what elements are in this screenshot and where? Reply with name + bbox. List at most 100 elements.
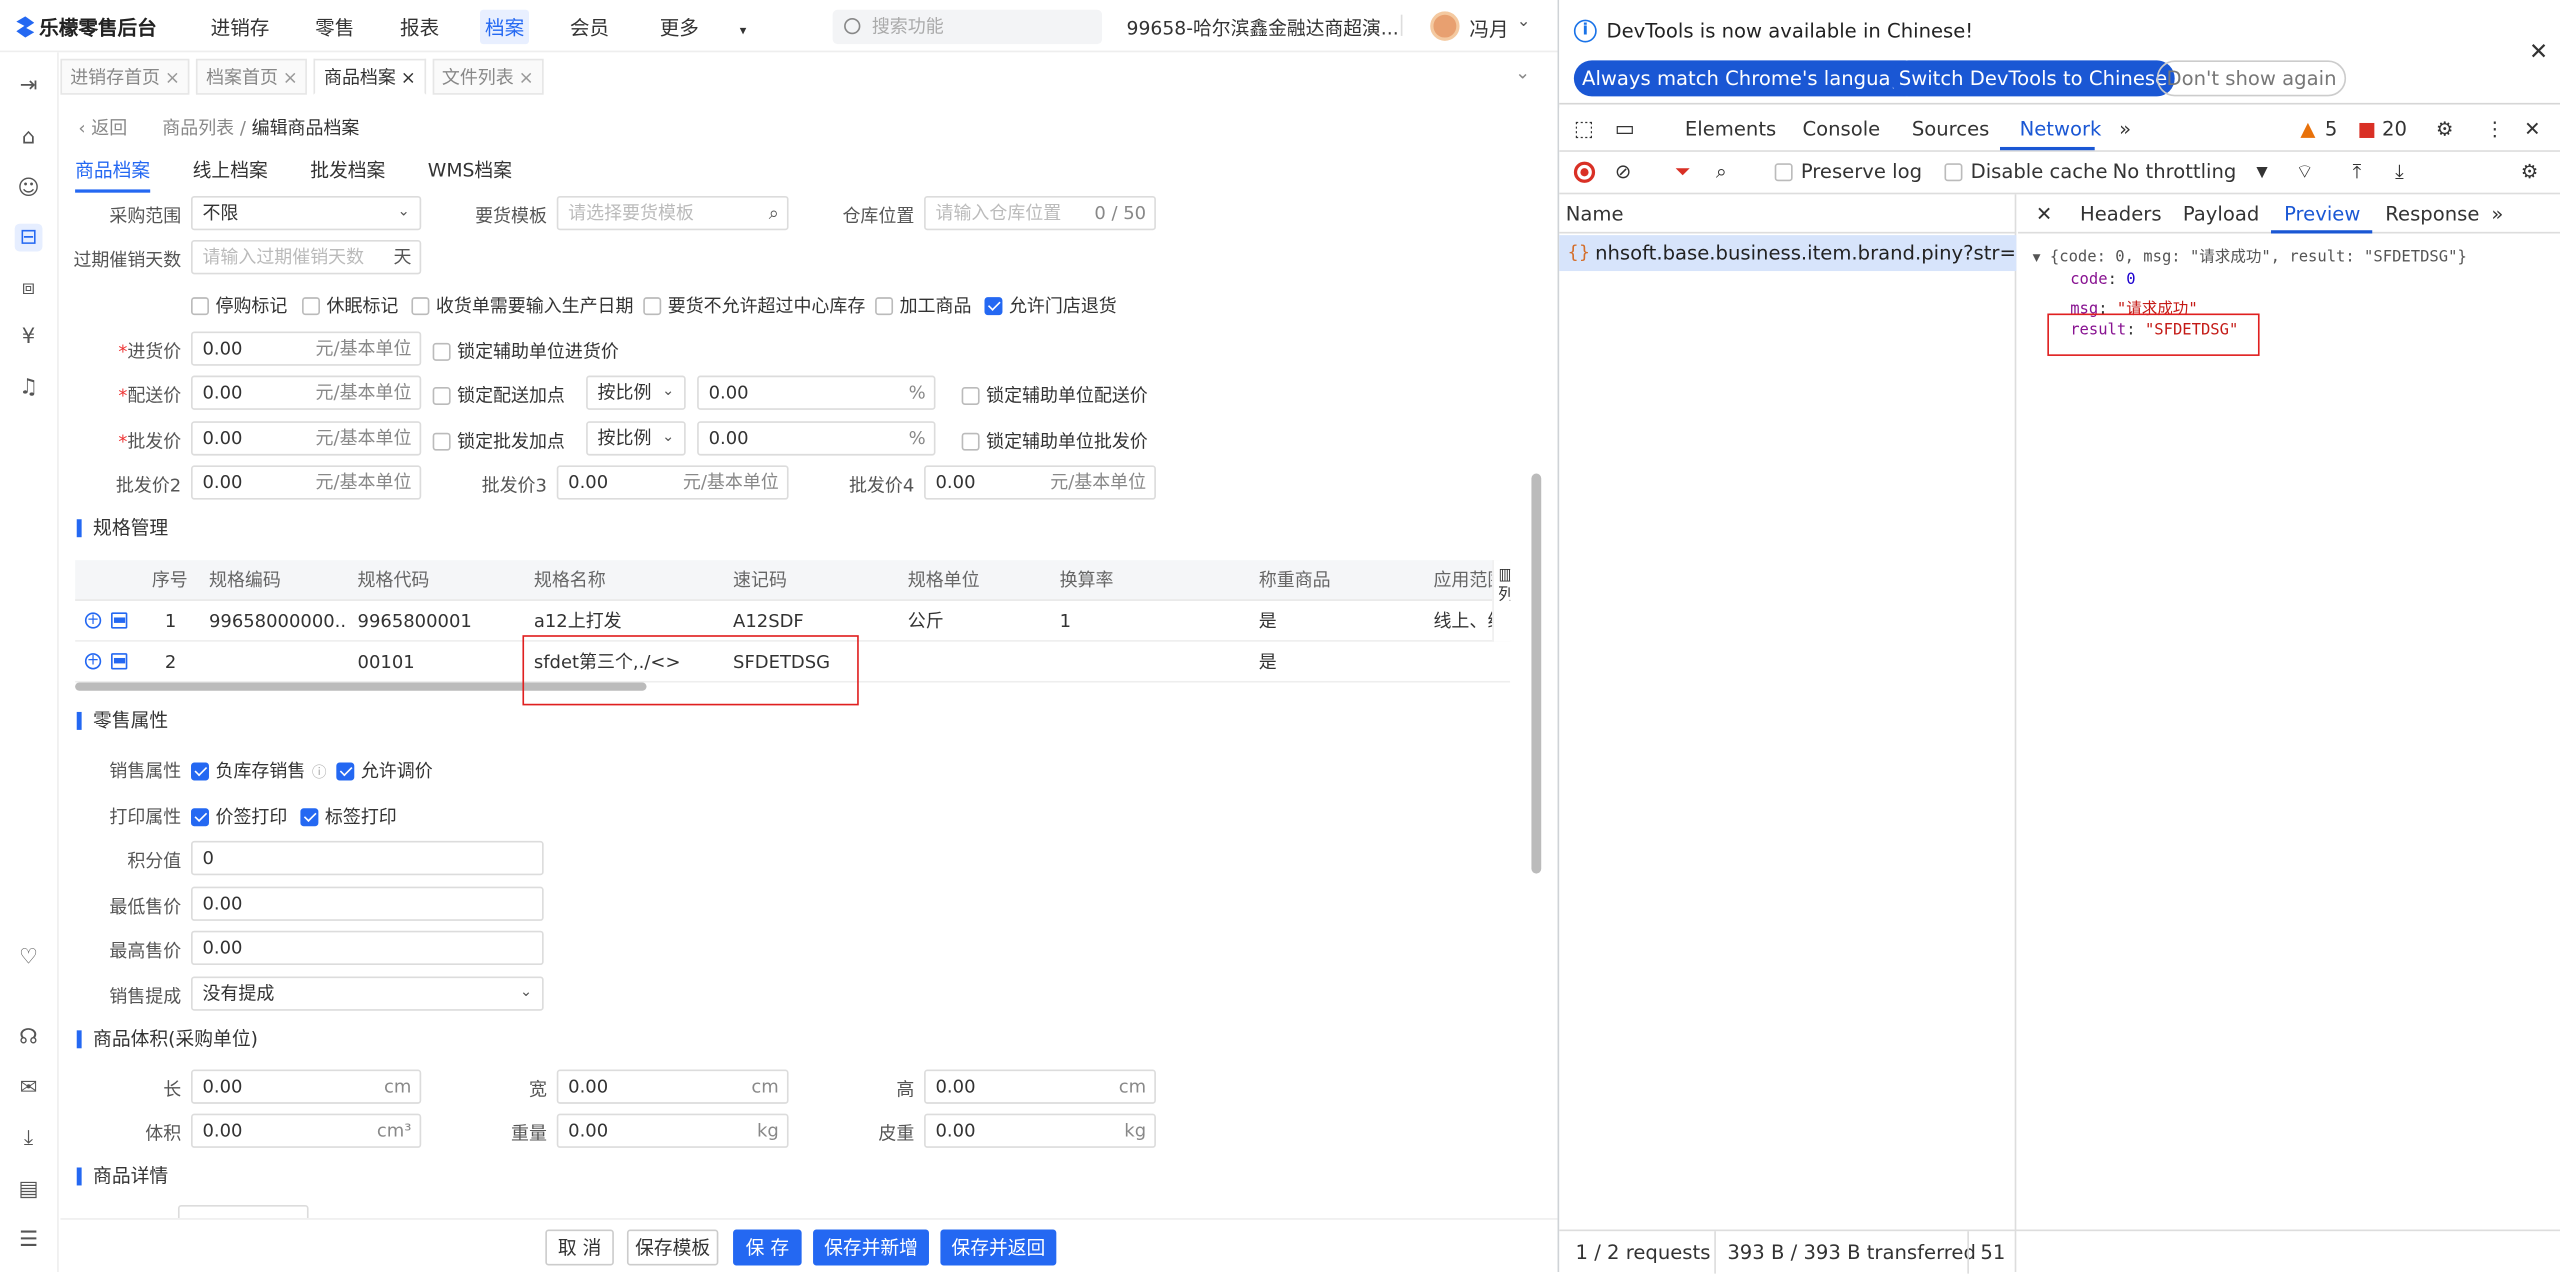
yuan-icon[interactable]: ¥ bbox=[15, 323, 43, 351]
always-match-language-button[interactable]: Always match Chrome's language bbox=[1573, 60, 1924, 97]
checkbox-checked[interactable] bbox=[336, 761, 355, 780]
record-stop-icon[interactable] bbox=[1573, 161, 1596, 183]
caret-down-icon[interactable]: ▼ bbox=[2256, 165, 2267, 181]
add-circle-icon[interactable]: + bbox=[84, 653, 102, 670]
allow-price-adjust[interactable]: 允许调价 bbox=[336, 758, 433, 784]
more-tabs-icon[interactable]: » bbox=[2119, 118, 2131, 141]
heart-icon[interactable]: ♡ bbox=[15, 944, 43, 972]
close-detail-icon[interactable]: ✕ bbox=[2036, 202, 2052, 225]
add-circle-icon[interactable]: + bbox=[84, 612, 102, 629]
checkbox[interactable] bbox=[302, 296, 320, 315]
trash-icon[interactable]: ▬ bbox=[111, 653, 128, 670]
flag-receipt-production-date[interactable]: 收货单需要输入生产日期 bbox=[411, 292, 633, 318]
network-settings-icon[interactable]: ⚙ bbox=[2521, 160, 2539, 183]
nav-item-reports[interactable]: 报表 bbox=[395, 9, 444, 43]
tab-file-list[interactable]: 文件列表 × bbox=[432, 58, 544, 95]
close-icon[interactable]: × bbox=[283, 67, 298, 88]
checkbox-checked[interactable] bbox=[191, 807, 209, 826]
tare-input[interactable]: 0.00 kg bbox=[924, 1113, 1156, 1148]
upload-icon[interactable]: ⤒ bbox=[2353, 160, 2362, 184]
purchase-range-select[interactable]: 不限 ⌄ bbox=[191, 195, 422, 231]
back-link[interactable]: ‹ 返回 bbox=[78, 118, 127, 139]
checkbox[interactable] bbox=[432, 342, 451, 361]
flag-processed-goods[interactable]: 加工商品 bbox=[875, 292, 971, 318]
warning-icon[interactable]: ▲ bbox=[2300, 118, 2315, 141]
avatar[interactable] bbox=[1430, 11, 1460, 41]
download-icon[interactable]: ⤓ bbox=[2395, 160, 2404, 184]
chart-icon[interactable]: ▤ bbox=[15, 1176, 43, 1204]
error-count[interactable]: 20 bbox=[2382, 118, 2407, 141]
cancel-button[interactable]: 取 消 bbox=[545, 1229, 614, 1266]
checkbox[interactable] bbox=[875, 296, 894, 315]
home-icon[interactable]: ⌂ bbox=[15, 124, 43, 152]
tab-payload[interactable]: Payload bbox=[2183, 202, 2259, 225]
wholesale-price3-input[interactable]: 0.00 元/基本单位 bbox=[556, 465, 789, 500]
headset-icon[interactable]: ☊ bbox=[15, 1024, 43, 1052]
checkbox[interactable] bbox=[1774, 162, 1793, 181]
height-input[interactable]: 0.00 cm bbox=[924, 1069, 1156, 1104]
column-settings-button[interactable]: ▥列 bbox=[1492, 560, 1511, 642]
json-root-toggle[interactable]: ▼ {code: 0, msg: "请求成功", result: "SFDETD… bbox=[2033, 243, 2467, 266]
error-icon[interactable]: ■ bbox=[2358, 118, 2377, 141]
warning-count[interactable]: 5 bbox=[2325, 118, 2337, 141]
checkbox[interactable] bbox=[643, 296, 662, 315]
tab-product[interactable]: 商品档案 bbox=[75, 157, 151, 193]
tab-console[interactable]: Console bbox=[1802, 118, 1880, 141]
chevron-down-icon[interactable]: ⌄ bbox=[1517, 13, 1531, 31]
filter-icon[interactable]: ⏷ bbox=[1675, 160, 1691, 184]
request-row[interactable]: {} nhsoft.base.business.item.brand.piny?s… bbox=[1559, 235, 2017, 272]
wholesale-price4-input[interactable]: 0.00 元/基本单位 bbox=[924, 465, 1156, 500]
purchase-price-input[interactable]: 0.00 元/基本单位 bbox=[191, 331, 422, 366]
lock-wholesale-markup[interactable]: 锁定批发加点 bbox=[432, 428, 565, 454]
max-price-input[interactable]: 0.00 bbox=[191, 930, 544, 966]
nav-item-inventory[interactable]: 进销存 bbox=[206, 9, 275, 43]
dist-ratio-select[interactable]: 按比例 ⌄ bbox=[586, 375, 686, 410]
flag-no-exceed-center-stock[interactable]: 要货不允许超过中心库存 bbox=[643, 292, 865, 318]
expand-sidebar-icon[interactable]: ⇥ bbox=[15, 72, 43, 100]
commission-select[interactable]: 没有提成 ⌄ bbox=[191, 976, 544, 1011]
switch-to-chinese-button[interactable]: Switch DevTools to Chinese bbox=[1890, 60, 2176, 97]
dont-show-again-button[interactable]: Don't show again bbox=[2156, 60, 2347, 97]
more-tabs-icon[interactable]: » bbox=[2491, 202, 2503, 225]
lock-aux-dist-price[interactable]: 锁定辅助单位配送价 bbox=[961, 382, 1148, 408]
neg-stock-sale[interactable]: 负库存销售 ⓘ bbox=[191, 758, 327, 784]
user-icon[interactable]: ☺ bbox=[15, 175, 43, 203]
checkbox-checked[interactable] bbox=[984, 296, 1003, 315]
download-icon[interactable]: ⤓ bbox=[15, 1125, 43, 1153]
archive-icon[interactable]: ⊟ bbox=[14, 223, 43, 252]
checkbox[interactable] bbox=[961, 386, 980, 405]
wholesale-ratio-select[interactable]: 按比例 ⌄ bbox=[586, 421, 686, 456]
dist-price-input[interactable]: 0.00 元/基本单位 bbox=[191, 375, 422, 410]
cell-conversion[interactable]: 1 bbox=[1060, 601, 1071, 642]
tab-headers[interactable]: Headers bbox=[2080, 202, 2162, 225]
detail-field-partial[interactable] bbox=[177, 1205, 309, 1219]
order-template-input[interactable]: 请选择要货模板 ⌕ bbox=[556, 195, 789, 231]
tab-network[interactable]: Network bbox=[2020, 118, 2102, 141]
user-name[interactable]: 冯月 bbox=[1469, 15, 1508, 43]
trash-icon[interactable]: ▬ bbox=[111, 612, 128, 629]
nav-item-retail[interactable]: 零售 bbox=[310, 9, 359, 43]
close-icon[interactable]: × bbox=[519, 67, 534, 88]
function-search-input[interactable]: 搜索功能 bbox=[832, 9, 1103, 45]
save-button[interactable]: 保 存 bbox=[733, 1229, 802, 1266]
points-input[interactable]: 0 bbox=[191, 840, 544, 876]
name-column-header[interactable]: Name bbox=[1559, 194, 2017, 234]
close-icon[interactable]: × bbox=[165, 67, 180, 88]
checkbox[interactable] bbox=[1944, 162, 1963, 181]
weight-input[interactable]: 0.00 kg bbox=[556, 1113, 789, 1148]
tab-elements[interactable]: Elements bbox=[1685, 118, 1776, 141]
wholesale-ratio-input[interactable]: 0.00% bbox=[697, 421, 936, 456]
network-conditions-icon[interactable]: ⌔ bbox=[2296, 160, 2314, 184]
checkbox-checked[interactable] bbox=[300, 807, 319, 826]
search-icon[interactable]: ⌕ bbox=[1716, 160, 1727, 184]
volume-input[interactable]: 0.00 cm³ bbox=[191, 1113, 422, 1148]
kebab-menu-icon[interactable]: ⋮ bbox=[2485, 118, 2505, 141]
length-input[interactable]: 0.00 cm bbox=[191, 1069, 422, 1104]
label-print[interactable]: 标签打印 bbox=[300, 803, 397, 829]
box-icon[interactable]: ⧈ bbox=[15, 274, 43, 302]
checkbox-checked[interactable] bbox=[191, 761, 209, 780]
page-vertical-scrollbar[interactable] bbox=[1531, 473, 1542, 874]
lock-dist-markup[interactable]: 锁定配送加点 bbox=[432, 382, 565, 408]
app-logo[interactable]: 乐檬零售后台 bbox=[16, 13, 157, 41]
close-icon[interactable]: × bbox=[401, 67, 416, 88]
